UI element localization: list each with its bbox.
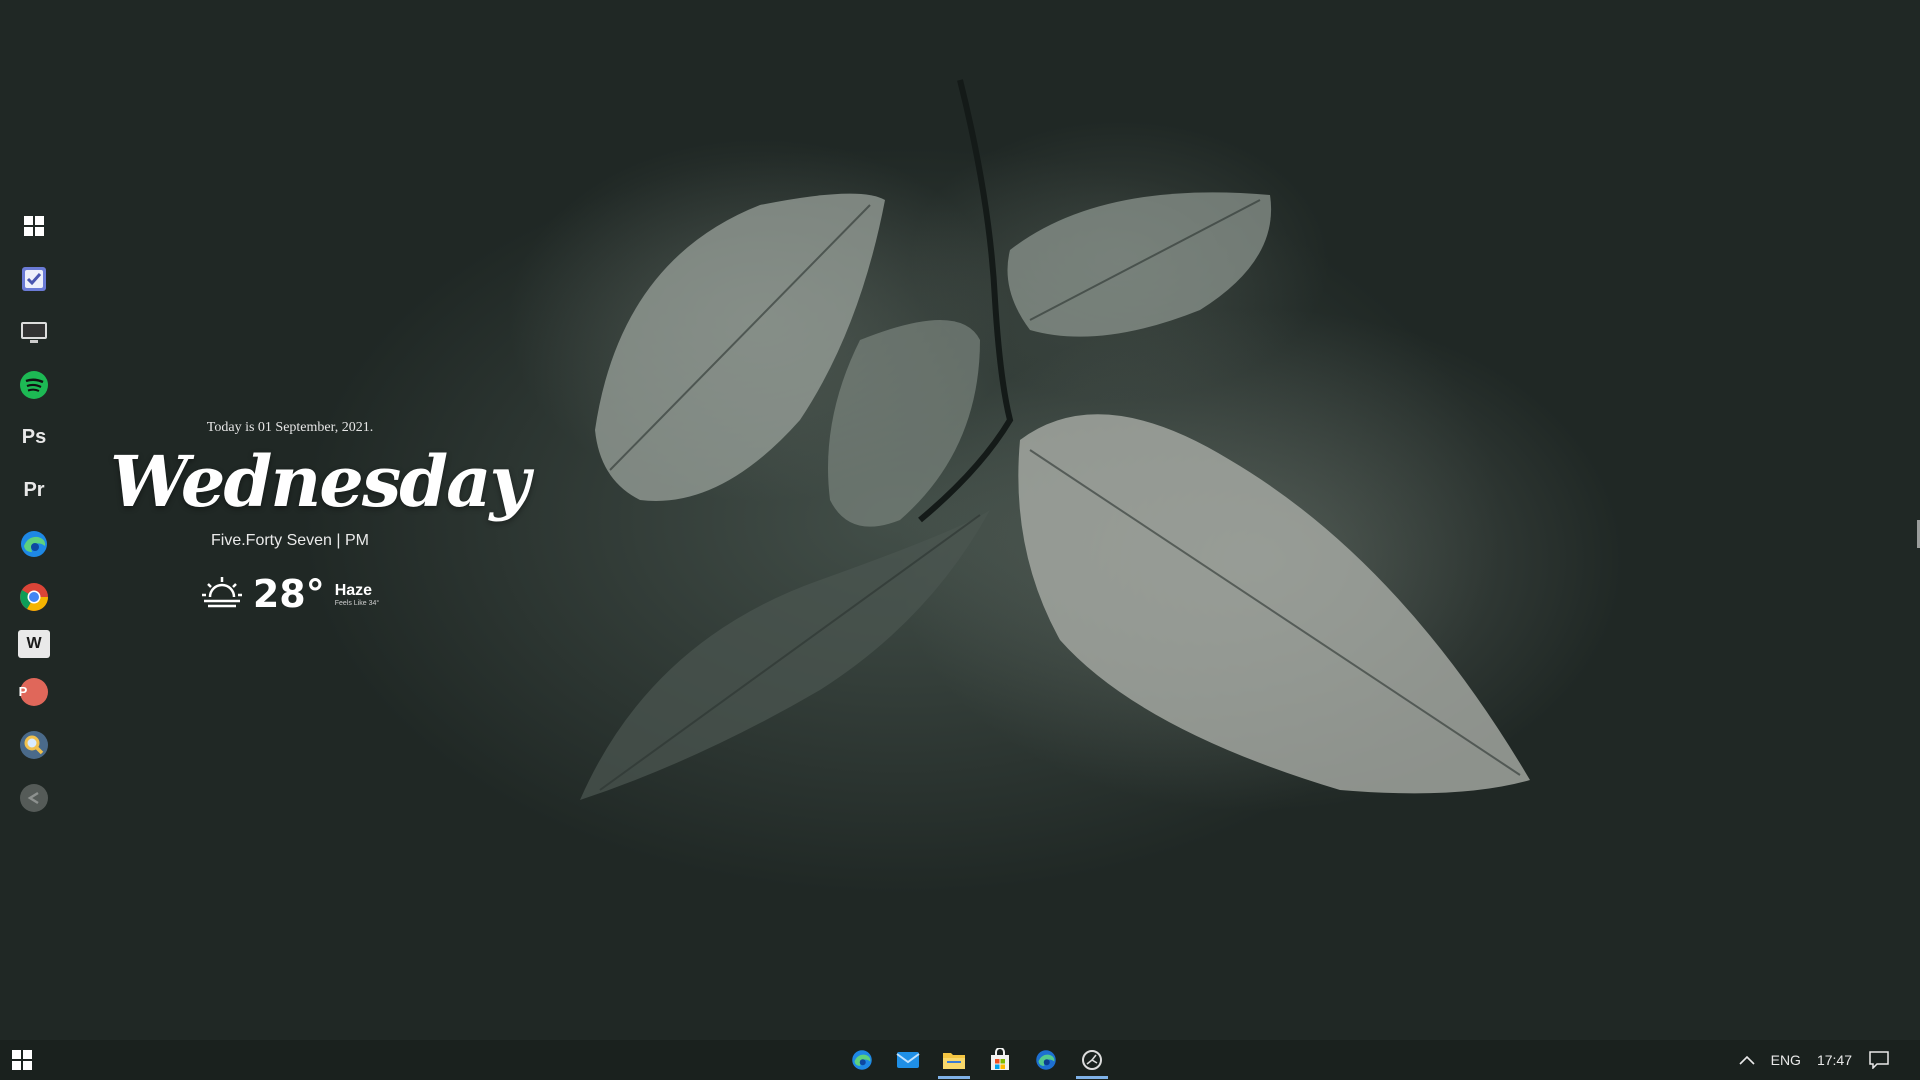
time-text: Five.Forty Seven | PM <box>211 532 369 549</box>
weather-condition: Haze Feels Like 34° <box>335 582 379 607</box>
chrome-icon[interactable] <box>16 577 52 616</box>
back-icon[interactable] <box>16 778 52 817</box>
spotify-icon[interactable] <box>16 365 52 404</box>
language-indicator[interactable]: ENG <box>1771 1052 1801 1068</box>
date-text: Today is 01 September, 2021. <box>206 420 374 435</box>
search-icon[interactable] <box>16 725 52 764</box>
weather-row: 28° Haze Feels Like 34° <box>110 572 470 616</box>
windows-start-icon[interactable] <box>0 1040 44 1080</box>
todo-icon[interactable] <box>16 259 52 298</box>
premiere-icon[interactable]: Pr <box>16 471 52 510</box>
day-name: Wednesday <box>110 440 530 523</box>
photoshop-label: Ps <box>21 426 47 448</box>
system-tray: ENG 17:47 <box>1739 1040 1920 1080</box>
clock-weather-widget: Today is 01 September, 2021. Wednesday F… <box>110 420 530 616</box>
temperature: 28° <box>252 572 325 616</box>
premiere-label: Pr <box>23 479 45 501</box>
monitor-icon[interactable] <box>16 312 52 351</box>
leaf-shapes <box>580 192 1530 800</box>
edge-icon[interactable] <box>842 1040 882 1080</box>
mail-icon[interactable] <box>888 1040 928 1080</box>
windows-icon[interactable] <box>16 206 52 245</box>
clock[interactable]: 17:47 <box>1817 1052 1852 1068</box>
word-label: W <box>26 635 42 652</box>
chevron-up-icon[interactable] <box>1739 1052 1755 1068</box>
photoshop-icon[interactable]: Ps <box>16 418 52 457</box>
taskbar: ENG 17:47 <box>0 1040 1920 1080</box>
left-dock: Ps Pr W P <box>12 206 56 817</box>
edge-icon[interactable] <box>16 524 52 563</box>
word-icon[interactable]: W <box>18 630 50 658</box>
app-icon[interactable] <box>1072 1040 1112 1080</box>
powerpoint-label: P <box>18 684 28 699</box>
notification-icon[interactable] <box>1868 1049 1890 1071</box>
edge-dev-icon[interactable] <box>1026 1040 1066 1080</box>
file-explorer-icon[interactable] <box>934 1040 974 1080</box>
taskbar-pinned <box>842 1040 1112 1080</box>
powerpoint-icon[interactable]: P <box>16 672 52 711</box>
condition-text: Haze <box>334 581 373 599</box>
feels-like-text: Feels Like 34° <box>334 599 380 607</box>
store-icon[interactable] <box>980 1040 1020 1080</box>
sunrise-icon <box>201 575 243 614</box>
